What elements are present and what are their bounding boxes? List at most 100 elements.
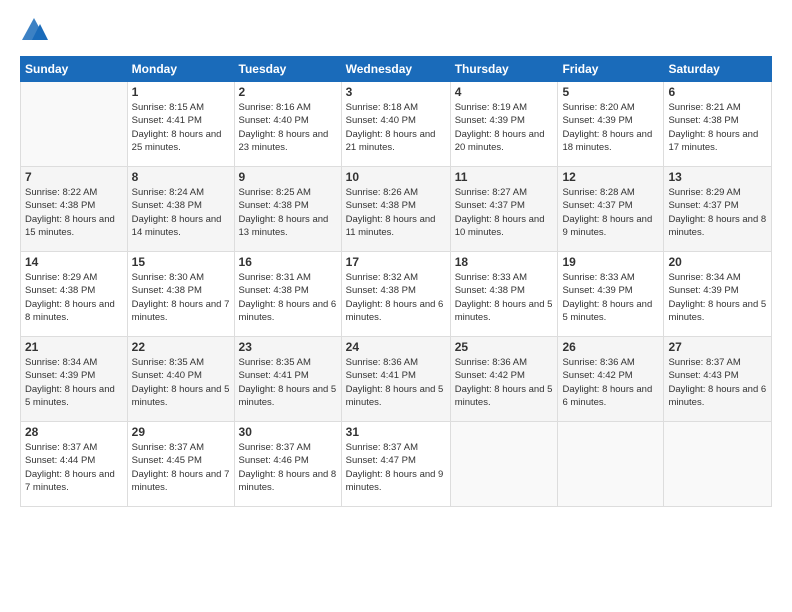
calendar-cell: 4 Sunrise: 8:19 AMSunset: 4:39 PMDaylight… [450, 82, 558, 167]
day-info: Sunrise: 8:34 AMSunset: 4:39 PMDaylight:… [25, 356, 123, 409]
calendar-cell: 30 Sunrise: 8:37 AMSunset: 4:46 PMDayligh… [234, 422, 341, 507]
day-number: 28 [25, 425, 123, 439]
day-number: 10 [346, 170, 446, 184]
day-number: 12 [562, 170, 659, 184]
day-number: 27 [668, 340, 767, 354]
day-info: Sunrise: 8:26 AMSunset: 4:38 PMDaylight:… [346, 186, 446, 239]
calendar-cell: 9Sunrise: 8:25 AMSunset: 4:38 PMDaylight… [234, 167, 341, 252]
day-info: Sunrise: 8:33 AMSunset: 4:39 PMDaylight:… [562, 271, 659, 324]
day-number: 30 [239, 425, 337, 439]
day-number: 2 [239, 85, 337, 99]
day-info: Sunrise: 8:22 AMSunset: 4:38 PMDaylight:… [25, 186, 123, 239]
day-number: 16 [239, 255, 337, 269]
day-info: Sunrise: 8:28 AMSunset: 4:37 PMDaylight:… [562, 186, 659, 239]
calendar-cell: 12 Sunrise: 8:28 AMSunset: 4:37 PMDayligh… [558, 167, 664, 252]
calendar-cell: 13 Sunrise: 8:29 AMSunset: 4:37 PMDayligh… [664, 167, 772, 252]
logo [20, 16, 52, 44]
day-info: Sunrise: 8:36 AMSunset: 4:41 PMDaylight:… [346, 356, 446, 409]
day-info: Sunrise: 8:37 AMSunset: 4:44 PMDaylight:… [25, 441, 123, 494]
logo-icon [20, 16, 48, 44]
day-number: 26 [562, 340, 659, 354]
calendar-cell: 27 Sunrise: 8:37 AMSunset: 4:43 PMDayligh… [664, 337, 772, 422]
calendar-cell: 5 Sunrise: 8:20 AMSunset: 4:39 PMDaylight… [558, 82, 664, 167]
calendar-cell: 18Sunrise: 8:33 AMSunset: 4:38 PMDayligh… [450, 252, 558, 337]
calendar-cell: 19 Sunrise: 8:33 AMSunset: 4:39 PMDayligh… [558, 252, 664, 337]
day-number: 18 [455, 255, 554, 269]
weekday-header: Sunday [21, 57, 128, 82]
calendar-cell: 22 Sunrise: 8:35 AMSunset: 4:40 PMDayligh… [127, 337, 234, 422]
day-number: 19 [562, 255, 659, 269]
weekday-header: Monday [127, 57, 234, 82]
calendar-cell: 1 Sunrise: 8:15 AMSunset: 4:41 PMDaylight… [127, 82, 234, 167]
day-info: Sunrise: 8:24 AMSunset: 4:38 PMDaylight:… [132, 186, 230, 239]
day-info: Sunrise: 8:30 AMSunset: 4:38 PMDaylight:… [132, 271, 230, 324]
day-number: 14 [25, 255, 123, 269]
weekday-header: Wednesday [341, 57, 450, 82]
day-info: Sunrise: 8:27 AMSunset: 4:37 PMDaylight:… [455, 186, 554, 239]
day-info: Sunrise: 8:35 AMSunset: 4:40 PMDaylight:… [132, 356, 230, 409]
day-number: 4 [455, 85, 554, 99]
calendar-cell: 24 Sunrise: 8:36 AMSunset: 4:41 PMDayligh… [341, 337, 450, 422]
calendar-cell: 20 Sunrise: 8:34 AMSunset: 4:39 PMDayligh… [664, 252, 772, 337]
day-number: 6 [668, 85, 767, 99]
day-number: 5 [562, 85, 659, 99]
day-number: 17 [346, 255, 446, 269]
weekday-header: Thursday [450, 57, 558, 82]
day-number: 1 [132, 85, 230, 99]
calendar-cell [450, 422, 558, 507]
calendar-cell: 25 Sunrise: 8:36 AMSunset: 4:42 PMDayligh… [450, 337, 558, 422]
day-info: Sunrise: 8:37 AMSunset: 4:43 PMDaylight:… [668, 356, 767, 409]
calendar-cell: 26 Sunrise: 8:36 AMSunset: 4:42 PMDayligh… [558, 337, 664, 422]
calendar-week-row: 1 Sunrise: 8:15 AMSunset: 4:41 PMDaylight… [21, 82, 772, 167]
day-info: Sunrise: 8:15 AMSunset: 4:41 PMDaylight:… [132, 101, 230, 154]
day-number: 7 [25, 170, 123, 184]
calendar-cell: 6 Sunrise: 8:21 AMSunset: 4:38 PMDaylight… [664, 82, 772, 167]
calendar-cell: 31Sunrise: 8:37 AMSunset: 4:47 PMDayligh… [341, 422, 450, 507]
day-info: Sunrise: 8:36 AMSunset: 4:42 PMDaylight:… [455, 356, 554, 409]
header [20, 16, 772, 44]
day-number: 20 [668, 255, 767, 269]
day-info: Sunrise: 8:32 AMSunset: 4:38 PMDaylight:… [346, 271, 446, 324]
calendar-cell: 2 Sunrise: 8:16 AMSunset: 4:40 PMDaylight… [234, 82, 341, 167]
day-number: 23 [239, 340, 337, 354]
calendar-cell: 7 Sunrise: 8:22 AMSunset: 4:38 PMDaylight… [21, 167, 128, 252]
day-info: Sunrise: 8:25 AMSunset: 4:38 PMDaylight:… [239, 186, 337, 239]
day-info: Sunrise: 8:21 AMSunset: 4:38 PMDaylight:… [668, 101, 767, 154]
day-info: Sunrise: 8:29 AMSunset: 4:37 PMDaylight:… [668, 186, 767, 239]
calendar-cell: 10 Sunrise: 8:26 AMSunset: 4:38 PMDayligh… [341, 167, 450, 252]
weekday-header: Friday [558, 57, 664, 82]
calendar-table: SundayMondayTuesdayWednesdayThursdayFrid… [20, 56, 772, 507]
day-info: Sunrise: 8:37 AMSunset: 4:46 PMDaylight:… [239, 441, 337, 494]
day-number: 22 [132, 340, 230, 354]
calendar-week-row: 28 Sunrise: 8:37 AMSunset: 4:44 PMDayligh… [21, 422, 772, 507]
calendar-cell [558, 422, 664, 507]
calendar-cell: 14 Sunrise: 8:29 AMSunset: 4:38 PMDayligh… [21, 252, 128, 337]
calendar-header-row: SundayMondayTuesdayWednesdayThursdayFrid… [21, 57, 772, 82]
day-number: 24 [346, 340, 446, 354]
day-number: 13 [668, 170, 767, 184]
day-number: 8 [132, 170, 230, 184]
calendar-cell: 8 Sunrise: 8:24 AMSunset: 4:38 PMDaylight… [127, 167, 234, 252]
day-info: Sunrise: 8:16 AMSunset: 4:40 PMDaylight:… [239, 101, 337, 154]
day-number: 29 [132, 425, 230, 439]
weekday-header: Saturday [664, 57, 772, 82]
calendar-cell: 11 Sunrise: 8:27 AMSunset: 4:37 PMDayligh… [450, 167, 558, 252]
day-info: Sunrise: 8:31 AMSunset: 4:38 PMDaylight:… [239, 271, 337, 324]
day-info: Sunrise: 8:29 AMSunset: 4:38 PMDaylight:… [25, 271, 123, 324]
day-number: 3 [346, 85, 446, 99]
day-info: Sunrise: 8:19 AMSunset: 4:39 PMDaylight:… [455, 101, 554, 154]
calendar-cell: 3Sunrise: 8:18 AMSunset: 4:40 PMDaylight… [341, 82, 450, 167]
day-info: Sunrise: 8:37 AMSunset: 4:47 PMDaylight:… [346, 441, 446, 494]
day-info: Sunrise: 8:34 AMSunset: 4:39 PMDaylight:… [668, 271, 767, 324]
calendar-cell [664, 422, 772, 507]
day-info: Sunrise: 8:20 AMSunset: 4:39 PMDaylight:… [562, 101, 659, 154]
day-number: 15 [132, 255, 230, 269]
day-number: 21 [25, 340, 123, 354]
day-number: 25 [455, 340, 554, 354]
calendar-cell: 15 Sunrise: 8:30 AMSunset: 4:38 PMDayligh… [127, 252, 234, 337]
calendar-cell: 16 Sunrise: 8:31 AMSunset: 4:38 PMDayligh… [234, 252, 341, 337]
day-info: Sunrise: 8:36 AMSunset: 4:42 PMDaylight:… [562, 356, 659, 409]
calendar-week-row: 7 Sunrise: 8:22 AMSunset: 4:38 PMDaylight… [21, 167, 772, 252]
day-number: 11 [455, 170, 554, 184]
calendar-cell [21, 82, 128, 167]
